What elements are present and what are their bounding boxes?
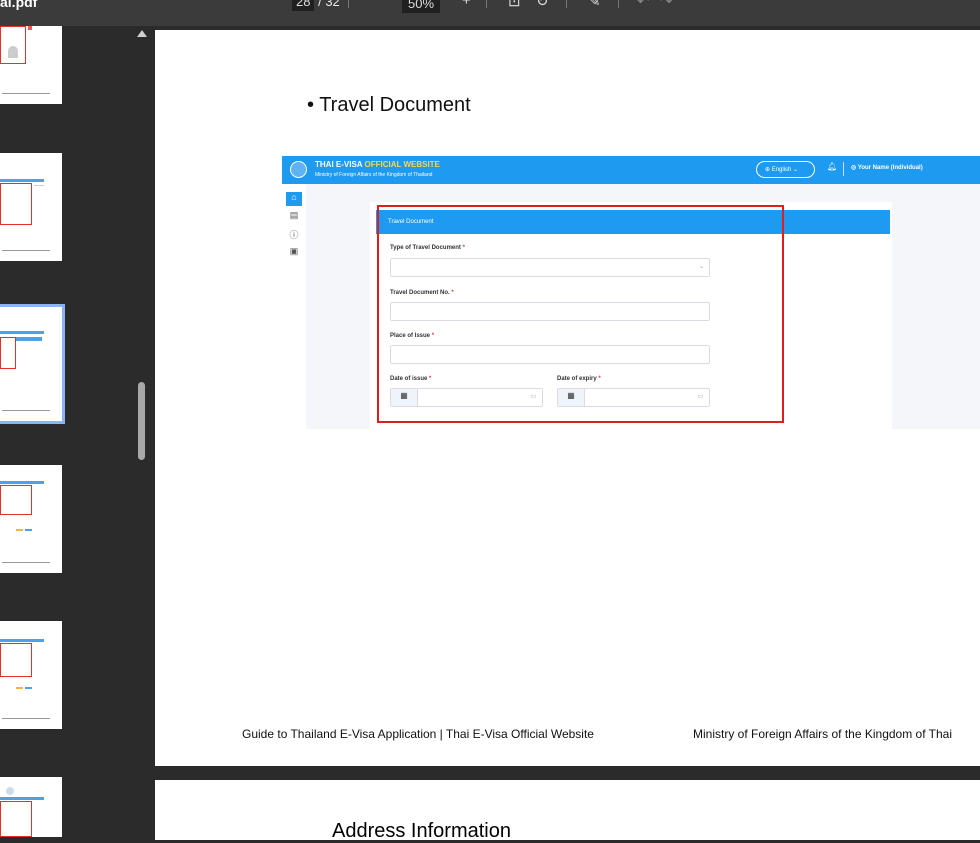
page-total: / 32 [318,0,340,9]
page-thumbnail[interactable] [0,777,62,837]
home-icon: ⌂ [286,192,302,206]
toolbar-divider [618,0,619,8]
next-page-heading: Address Information [332,820,511,842]
zoom-in-button[interactable]: + [462,0,471,9]
toolbar-divider [486,0,487,8]
fit-page-icon[interactable]: ⊡ [508,0,521,10]
image-icon: ▣ [289,246,299,256]
page-thumbnail[interactable] [0,26,62,104]
site-title: THAI E-VISA OFFICIAL WEBSITE [315,160,440,169]
redo-icon[interactable]: ↷ [660,0,673,10]
bell-icon: 🔔︎ [827,162,838,171]
page-thumbnail[interactable] [0,153,62,261]
toolbar-divider [566,0,567,8]
language-selector: ⊕ English ⌄ [756,161,815,178]
page-indicator: 28 / 32 [292,0,340,11]
thumbnail-scrollbar[interactable] [134,26,150,830]
rotate-icon[interactable]: ↻ [536,0,549,10]
seal-icon [290,161,307,178]
site-subtitle: Ministry of Foreign Affairs of the Kingd… [315,172,433,178]
undo-icon[interactable]: ↶ [637,0,650,10]
pdf-page: • Travel Document THAI E-VISA OFFICIAL W… [155,30,980,766]
page-thumbnail[interactable] [0,621,62,729]
zoom-input[interactable]: 50% [402,0,441,13]
thumbnail-sidebar [0,26,134,837]
footer-right: Ministry of Foreign Affairs of the Kingd… [693,727,953,741]
header-divider [843,162,844,176]
document-icon: ▤ [289,210,299,220]
toolbar-divider [348,0,349,8]
scroll-up-icon[interactable] [137,30,147,37]
site-header: THAI E-VISA OFFICIAL WEBSITE Ministry of… [282,156,980,184]
page-number-input[interactable]: 28 [292,0,315,11]
scrollbar-handle[interactable] [138,382,145,460]
file-name: al.pdf [0,0,38,10]
footer-left: Guide to Thailand E-Visa Application | T… [242,727,594,741]
section-bullet-heading: • Travel Document [307,94,471,116]
page-thumbnail-current[interactable] [0,304,65,424]
site-sidebar: ⌂ ▤ ⓘ ▣ [282,184,306,429]
page-thumbnail[interactable] [0,465,62,573]
pdf-toolbar: al.pdf 28 / 32 50% + ⊡ ↻ ✎ ↶ ↷ [0,0,980,26]
info-icon: ⓘ [289,230,299,240]
draw-icon[interactable]: ✎ [588,0,601,10]
pdf-page-next: Address Information [155,780,980,842]
highlight-box [377,205,784,423]
user-menu: ◎ Your Name (Individual) [851,165,923,171]
